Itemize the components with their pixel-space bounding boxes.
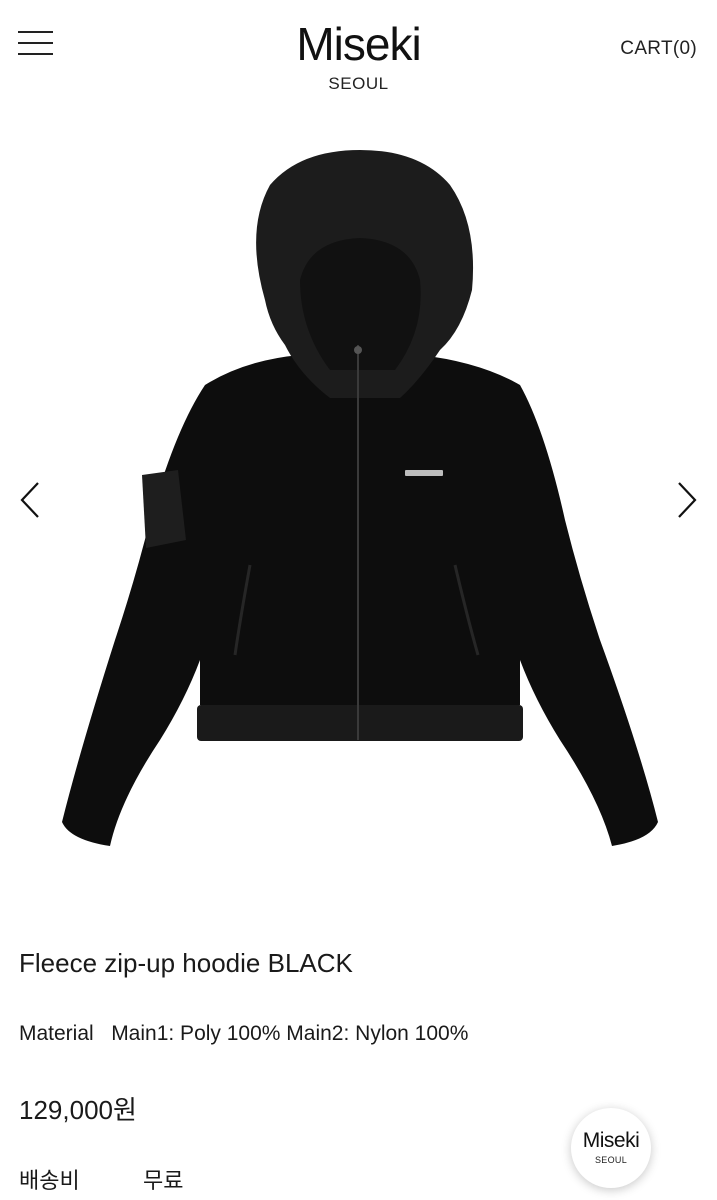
product-image — [62, 150, 658, 846]
floating-brand-city: SEOUL — [594, 1155, 627, 1165]
cart-link[interactable]: CART(0) — [620, 38, 697, 60]
product-image-gallery — [0, 110, 717, 910]
product-title: Fleece zip-up hoodie BLACK — [19, 948, 353, 978]
brand-name: Miseki — [296, 18, 421, 70]
product-material: Material Main1: Poly 100% Main2: Nylon 1… — [19, 1022, 469, 1045]
brand-city: SEOUL — [328, 74, 389, 93]
shipping-value: 무료 — [143, 1168, 184, 1193]
shipping-label: 배송비 — [19, 1168, 80, 1193]
chevron-left-icon[interactable] — [16, 480, 46, 520]
floating-brand-button[interactable]: Miseki SEOUL — [571, 1108, 651, 1188]
floating-brand-name: Miseki — [582, 1129, 640, 1152]
product-price: 129,000원 — [19, 1095, 137, 1125]
brand-logo[interactable]: Miseki SEOUL — [0, 18, 717, 94]
site-header: Miseki SEOUL CART(0) — [0, 0, 717, 110]
chevron-right-icon[interactable] — [671, 480, 701, 520]
